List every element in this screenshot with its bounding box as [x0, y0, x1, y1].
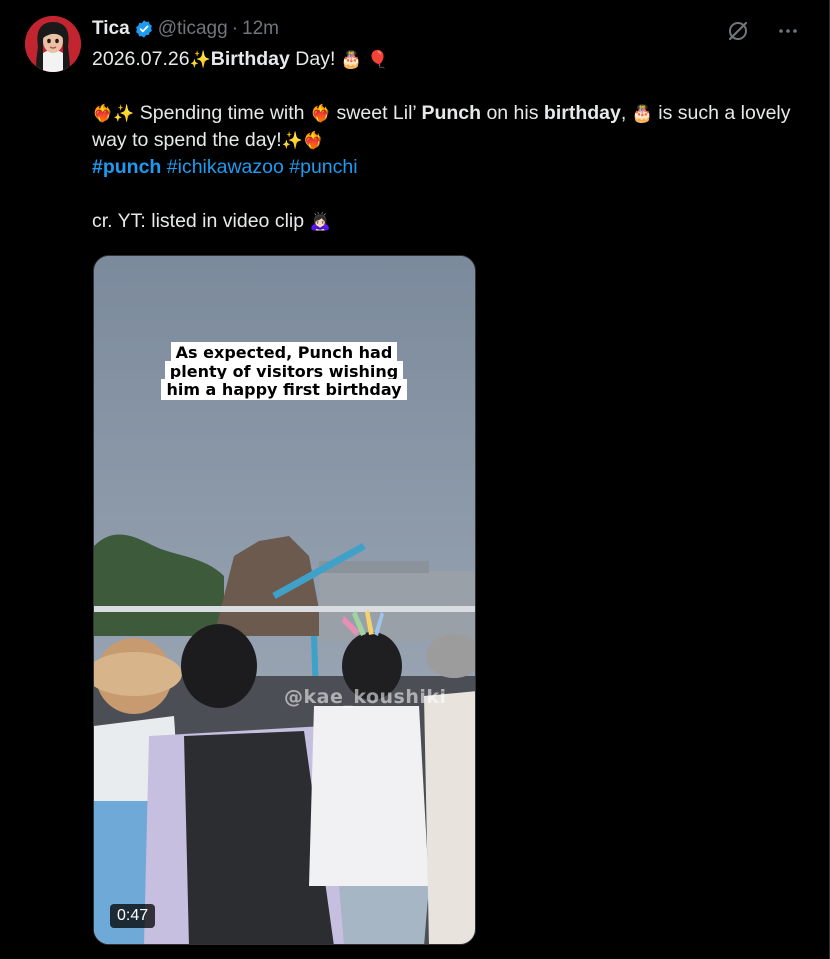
grok-icon[interactable] — [725, 18, 751, 44]
hashtag-link[interactable]: #punch — [92, 156, 161, 178]
video-watermark: @kae_koushiki — [284, 686, 447, 708]
hashtags: #punch #ichikawazoo #punchi — [92, 154, 807, 181]
author-name[interactable]: Tica — [92, 17, 130, 41]
avatar[interactable] — [25, 16, 81, 72]
author-handle[interactable]: @ticagg — [158, 17, 228, 41]
date-text: 2026.07.26 — [92, 48, 190, 70]
video-player[interactable]: As expected, Punch had plenty of visitor… — [93, 255, 476, 945]
post-text: 2026.07.26✨Birthday Day! 🎂 🎈 ❤️‍🔥✨ Spend… — [92, 46, 807, 235]
cake-emoji: 🎂 — [340, 50, 362, 69]
post-header: Tica @ticagg · 12m — [92, 17, 279, 41]
body-text-b: sweet Lil’ — [331, 102, 422, 124]
sparkles-emoji: ✨ — [281, 131, 303, 150]
balloon-emoji: 🎈 — [367, 50, 389, 69]
caption-line: As expected, Punch had — [170, 342, 398, 363]
body-text-c: on his — [481, 102, 544, 124]
credit-text: cr. YT: listed in video clip — [92, 210, 310, 232]
avatar-image — [25, 16, 81, 72]
post[interactable]: Tica @ticagg · 12m 2026.07.26✨Birthday D… — [0, 0, 830, 959]
punch-bold-text: Punch — [421, 102, 482, 124]
sparkles-emoji: ✨ — [113, 104, 135, 123]
post-line-body: ❤️‍🔥✨ Spending time with ❤️‍🔥 sweet Lil’… — [92, 100, 807, 154]
fire-heart-emoji: ❤️‍🔥 — [92, 104, 114, 123]
cake-emoji: 🎂 — [631, 104, 653, 123]
fire-heart-emoji: ❤️‍🔥 — [302, 131, 325, 150]
post-actions-top — [725, 18, 801, 44]
day-text: Day! — [289, 48, 341, 70]
birthday-bold-text: birthday — [543, 102, 621, 124]
post-line-date: 2026.07.26✨Birthday Day! 🎂 🎈 — [92, 46, 807, 73]
body-text-a: Spending time with — [134, 102, 310, 124]
fire-heart-emoji: ❤️‍🔥 — [309, 104, 332, 123]
sparkles-emoji: ✨ — [189, 50, 211, 69]
body-text-d: , — [620, 102, 632, 124]
video-duration: 0:47 — [110, 904, 156, 928]
post-time[interactable]: 12m — [242, 17, 279, 41]
verified-badge-icon — [134, 19, 154, 39]
video-caption: As expected, Punch had plenty of visitor… — [154, 342, 414, 400]
caption-line: him a happy first birthday — [161, 379, 407, 400]
bow-emoji: 🙇🏻‍♀️ — [309, 212, 331, 231]
birthday-bold-text: Birthday — [210, 48, 290, 70]
credit-line: cr. YT: listed in video clip 🙇🏻‍♀️ — [92, 208, 807, 235]
separator-dot: · — [231, 18, 239, 39]
hashtag-link[interactable]: #punchi — [289, 156, 357, 178]
more-icon[interactable] — [775, 18, 801, 44]
hashtag-link[interactable]: #ichikawazoo — [167, 156, 284, 178]
